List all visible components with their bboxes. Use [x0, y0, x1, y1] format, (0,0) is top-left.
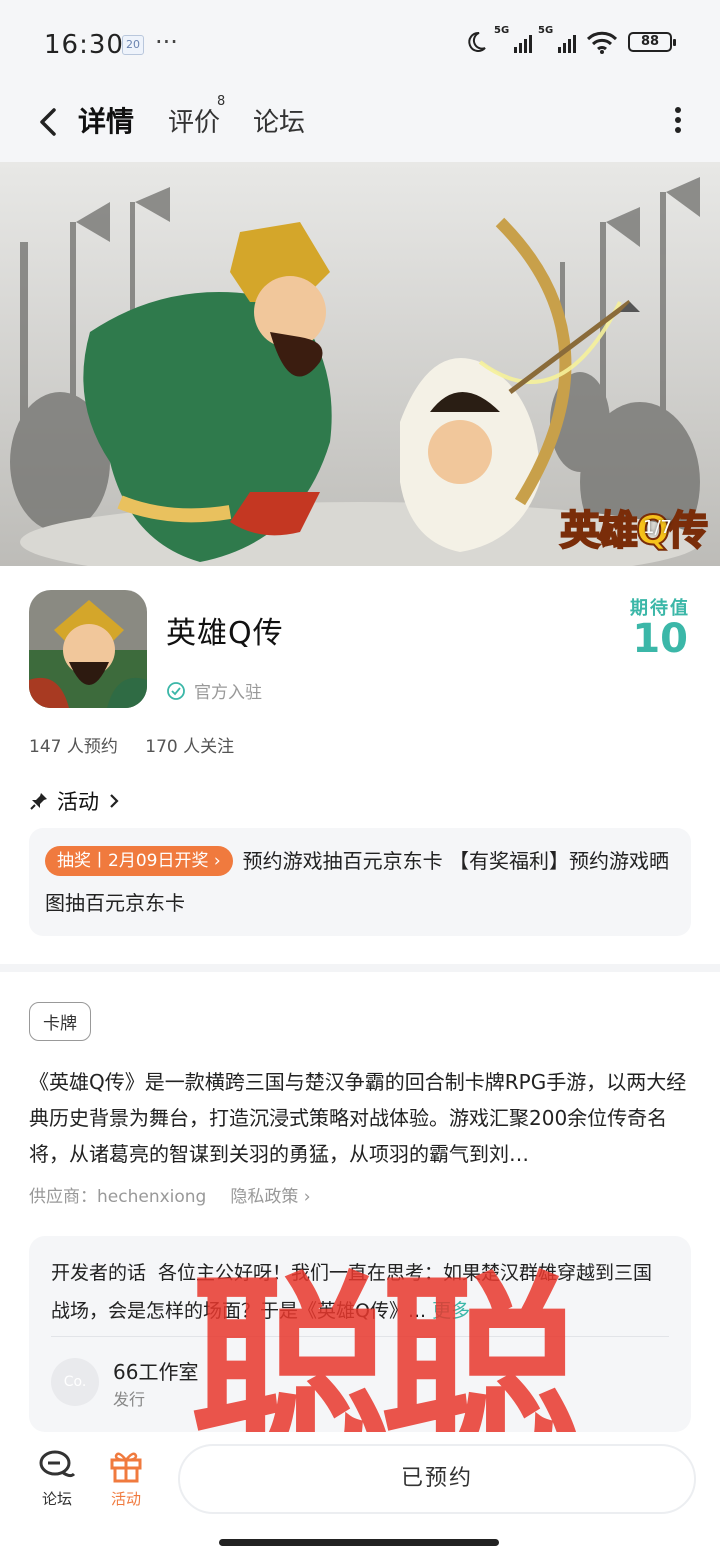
official-label: 官方入驻 — [194, 683, 262, 703]
activity-card[interactable]: 抽奖丨2月09日开奖 › 预约游戏抽百元京东卡 【有奖福利】预约游戏晒图抽百元京东… — [29, 828, 691, 936]
stats-row: 147 人预约 170 人关注 — [29, 732, 256, 757]
signal-icon: 5G — [538, 25, 576, 53]
privacy-policy-link[interactable]: 隐私政策 › — [230, 1182, 310, 1207]
chat-bubble-icon — [39, 1450, 76, 1478]
studio-role: 发行 — [113, 1390, 146, 1409]
follower-count: 170 人关注 — [145, 737, 235, 757]
developer-note: 开发者的话 各位主公好呀！我们一直在思考：如果楚汉群雄穿越到三国战场，会是怎样的场… — [51, 1254, 671, 1330]
status-bar: 16:30 20 ··· 5G 5G 88 — [0, 0, 720, 90]
studio-name[interactable]: 66工作室 — [113, 1356, 198, 1385]
divider — [51, 1336, 669, 1337]
moon-icon — [468, 31, 486, 52]
supplier-row: 供应商：hechenxiong 隐私政策 › — [29, 1182, 311, 1207]
wifi-icon — [586, 31, 618, 54]
reserved-button[interactable]: 已预约 — [178, 1444, 696, 1514]
lottery-tag: 抽奖丨2月09日开奖 › — [45, 845, 233, 876]
activity-header[interactable]: 活动 — [29, 786, 121, 816]
genre-tag[interactable]: 卡牌 — [29, 1002, 91, 1041]
tab-forum[interactable]: 论坛 — [253, 102, 305, 139]
official-badge: 官方入驻 — [166, 678, 262, 703]
back-arrow-icon[interactable] — [30, 102, 70, 142]
reservation-count: 147 人预约 — [29, 737, 118, 757]
chevron-right-icon — [110, 794, 119, 808]
verified-icon — [167, 681, 185, 700]
banner-carousel[interactable]: 英雄Q传 1/7 — [0, 162, 720, 566]
banner-page-counter: 1/7 — [643, 517, 672, 538]
app-title: 英雄Q传 — [166, 616, 284, 651]
forum-tab[interactable]: 论坛 — [27, 1448, 87, 1509]
home-indicator[interactable] — [219, 1539, 499, 1546]
more-link[interactable]: 更多 — [432, 1300, 470, 1322]
activity-label: 活动 — [110, 1490, 141, 1508]
section-divider — [0, 964, 720, 972]
activity-title: 活动 — [57, 790, 99, 814]
forum-label: 论坛 — [41, 1490, 72, 1508]
review-count-badge: 8 — [217, 94, 226, 109]
pin-icon — [30, 793, 47, 810]
game-description[interactable]: 《英雄Q传》是一款横跨三国与楚汉争霸的回合制卡牌RPG手游，以两大经典历史背景为… — [29, 1064, 693, 1174]
activity-tab[interactable]: 活动 — [96, 1448, 156, 1509]
more-notifications-icon: ··· — [155, 28, 178, 56]
developer-card[interactable]: 开发者的话 各位主公好呀！我们一直在思考：如果楚汉群雄穿越到三国战场，会是怎样的场… — [29, 1236, 691, 1432]
top-nav: 详情 评价 8 论坛 — [0, 90, 720, 162]
studio-avatar[interactable]: Co. — [51, 1358, 99, 1406]
tab-review[interactable]: 评价 — [168, 102, 220, 139]
developer-label: 开发者的话 — [51, 1262, 147, 1284]
battery-icon: 88 — [628, 32, 676, 52]
supplier-name: 供应商：hechenxiong — [29, 1187, 207, 1207]
expectation-value: 10 — [632, 616, 688, 662]
status-icons: 5G 5G 88 — [464, 25, 676, 54]
calendar-badge-icon: 20 — [122, 35, 144, 55]
status-time: 16:30 — [44, 30, 124, 60]
game-logo: 英雄Q传 — [559, 507, 709, 555]
more-vertical-icon[interactable] — [672, 104, 684, 136]
gift-icon — [110, 1452, 142, 1483]
app-icon — [29, 590, 147, 708]
tab-detail[interactable]: 详情 — [78, 100, 135, 140]
signal-icon: 5G — [494, 25, 532, 53]
